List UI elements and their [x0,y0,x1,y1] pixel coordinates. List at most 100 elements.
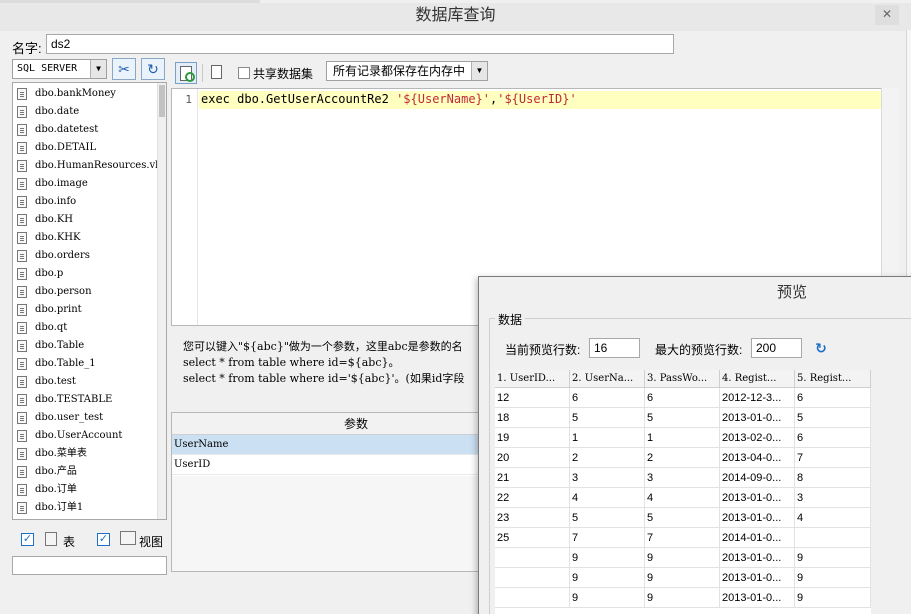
table-icon [17,466,27,478]
table-name: dbo.UserAccount [35,430,123,441]
table-row[interactable]: 9 9 2013-01-0... 9 [495,548,871,568]
table-list-item[interactable]: dbo.datetest [13,121,166,139]
table-cell: 6 [645,388,720,408]
table-icon [17,142,27,154]
column-header[interactable]: 4. Regist... [720,370,795,388]
table-cell: 5 [645,508,720,528]
share-dataset-checkbox[interactable] [238,67,250,79]
table-cell: 8 [795,468,871,488]
table-row[interactable]: 21 3 3 2014-09-0... 8 [495,468,871,488]
refresh-tables-button[interactable]: ↻ [141,58,165,80]
table-name: dbo.bankMoney [35,88,116,99]
table-cell: 2 [570,448,645,468]
max-rows-input[interactable] [751,338,802,358]
table-name: dbo.Table [35,340,85,351]
table-list-item[interactable]: dbo.person [13,283,166,301]
table-row[interactable]: 25 7 7 2014-01-0... [495,528,871,548]
table-cell: 4 [645,488,720,508]
table-list-item[interactable]: dbo.TESTABLE [13,391,166,409]
table-icon [17,196,27,208]
table-list-item[interactable]: dbo.KH [13,211,166,229]
table-row[interactable]: 9 9 2013-01-0... 9 [495,568,871,588]
refresh-preview-button[interactable]: ↻ [813,340,829,356]
table-name: dbo.菜单表 [35,448,87,459]
table-cell: 21 [495,468,570,488]
name-input[interactable] [46,34,674,54]
table-cell: 7 [645,528,720,548]
table-row[interactable]: 9 9 2013-01-0... 9 [495,588,871,608]
view-icon [120,531,136,545]
table-cell: 2013-01-0... [720,508,795,528]
table-row[interactable]: 20 2 2 2013-04-0... 7 [495,448,871,468]
grid-header: 1. UserID... 2. UserNa... 3. PassWo... 4… [495,370,871,388]
preview-dialog: 预览 数据 当前预览行数: 最大的预览行数: ↻ 1. UserID... 2.… [478,276,911,614]
table-list-item[interactable]: dbo.订单1 [13,499,166,517]
table-list-item[interactable]: dbo.Table [13,337,166,355]
current-rows-input[interactable] [589,338,640,358]
table-list-item[interactable]: dbo.qt [13,319,166,337]
table-list-item[interactable]: dbo.print [13,301,166,319]
table-icon [17,448,27,460]
column-header[interactable]: 3. PassWo... [645,370,720,388]
table-row[interactable]: 19 1 1 2013-02-0... 6 [495,428,871,448]
table-name: dbo.qt [35,322,68,333]
table-list-item[interactable]: dbo.p [13,265,166,283]
table-name: dbo.user_test [35,412,104,423]
table-name: dbo.p [35,268,64,279]
table-list-item[interactable]: dbo.test [13,373,166,391]
table-icon [17,322,27,334]
table-icon [17,286,27,298]
table-list-item[interactable]: dbo.info [13,193,166,211]
table-list-item[interactable]: dbo.user_test [13,409,166,427]
table-cell: 2013-01-0... [720,408,795,428]
column-header[interactable]: 5. Regist... [795,370,871,388]
close-button[interactable]: ✕ [875,5,899,25]
table-row[interactable]: 18 5 5 2013-01-0... 5 [495,408,871,428]
table-row[interactable]: 23 5 5 2013-01-0... 4 [495,508,871,528]
connection-settings-button[interactable]: ✂ [112,58,136,80]
table-cell: 20 [495,448,570,468]
new-document-icon[interactable] [211,65,222,79]
table-row[interactable]: 12 6 6 2012-12-3... 6 [495,388,871,408]
table-list-item[interactable]: dbo.image [13,175,166,193]
sql-code-line[interactable]: exec dbo.GetUserAccountRe2 '${UserName}'… [201,92,577,106]
table-list-item[interactable]: dbo.HumanResources.vl [13,157,166,175]
table-icon [17,358,27,370]
table-name: dbo.image [35,178,88,189]
column-header[interactable]: 1. UserID... [495,370,570,388]
table-list-item[interactable]: dbo.DETAIL [13,139,166,157]
table-cell: 23 [495,508,570,528]
preview-query-button[interactable] [175,62,197,84]
table-name: dbo.Table_1 [35,358,96,369]
table-row[interactable]: 22 4 4 2013-01-0... 3 [495,488,871,508]
show-tables-label: 表 [63,535,76,549]
column-header[interactable]: 2. UserNa... [570,370,645,388]
code-statement: exec dbo.GetUserAccountRe2 [201,92,397,106]
table-list-item[interactable]: dbo.orders [13,247,166,265]
max-rows-label: 最大的预览行数: [655,343,743,357]
table-list-items: dbo.bankMoney dbo.date dbo.datetest dbo.DET… [13,83,166,517]
table-list-item[interactable]: dbo.date [13,103,166,121]
table-list-item[interactable]: dbo.菜单表 [13,445,166,463]
table-filter-input[interactable] [12,556,167,575]
refresh-icon: ↻ [147,61,159,77]
table-cell: 5 [570,408,645,428]
table-list-item[interactable]: dbo.bankMoney [13,85,166,103]
table-cell: 9 [645,548,720,568]
database-type-select[interactable]: SQL SERVER ▼ [12,59,107,79]
table-list[interactable]: dbo.bankMoney dbo.date dbo.datetest dbo.DET… [12,82,167,520]
table-cell: 2014-09-0... [720,468,795,488]
table-list-item[interactable]: dbo.产品 [13,463,166,481]
window-title: 数据库查询 [415,7,496,24]
show-views-checkbox[interactable]: ✓ [97,533,110,546]
table-list-item[interactable]: dbo.KHK [13,229,166,247]
table-cell: 6 [795,428,871,448]
scrollbar-thumb[interactable] [159,85,165,117]
table-list-item[interactable]: dbo.订单 [13,481,166,499]
table-list-item[interactable]: dbo.Table_1 [13,355,166,373]
table-list-scrollbar[interactable] [157,83,166,519]
table-list-item[interactable]: dbo.UserAccount [13,427,166,445]
memory-mode-select[interactable]: 所有记录都保存在内存中 ▼ [326,61,488,81]
code-arg-userid: '${UserID}' [497,92,577,106]
show-tables-checkbox[interactable]: ✓ [21,533,34,546]
